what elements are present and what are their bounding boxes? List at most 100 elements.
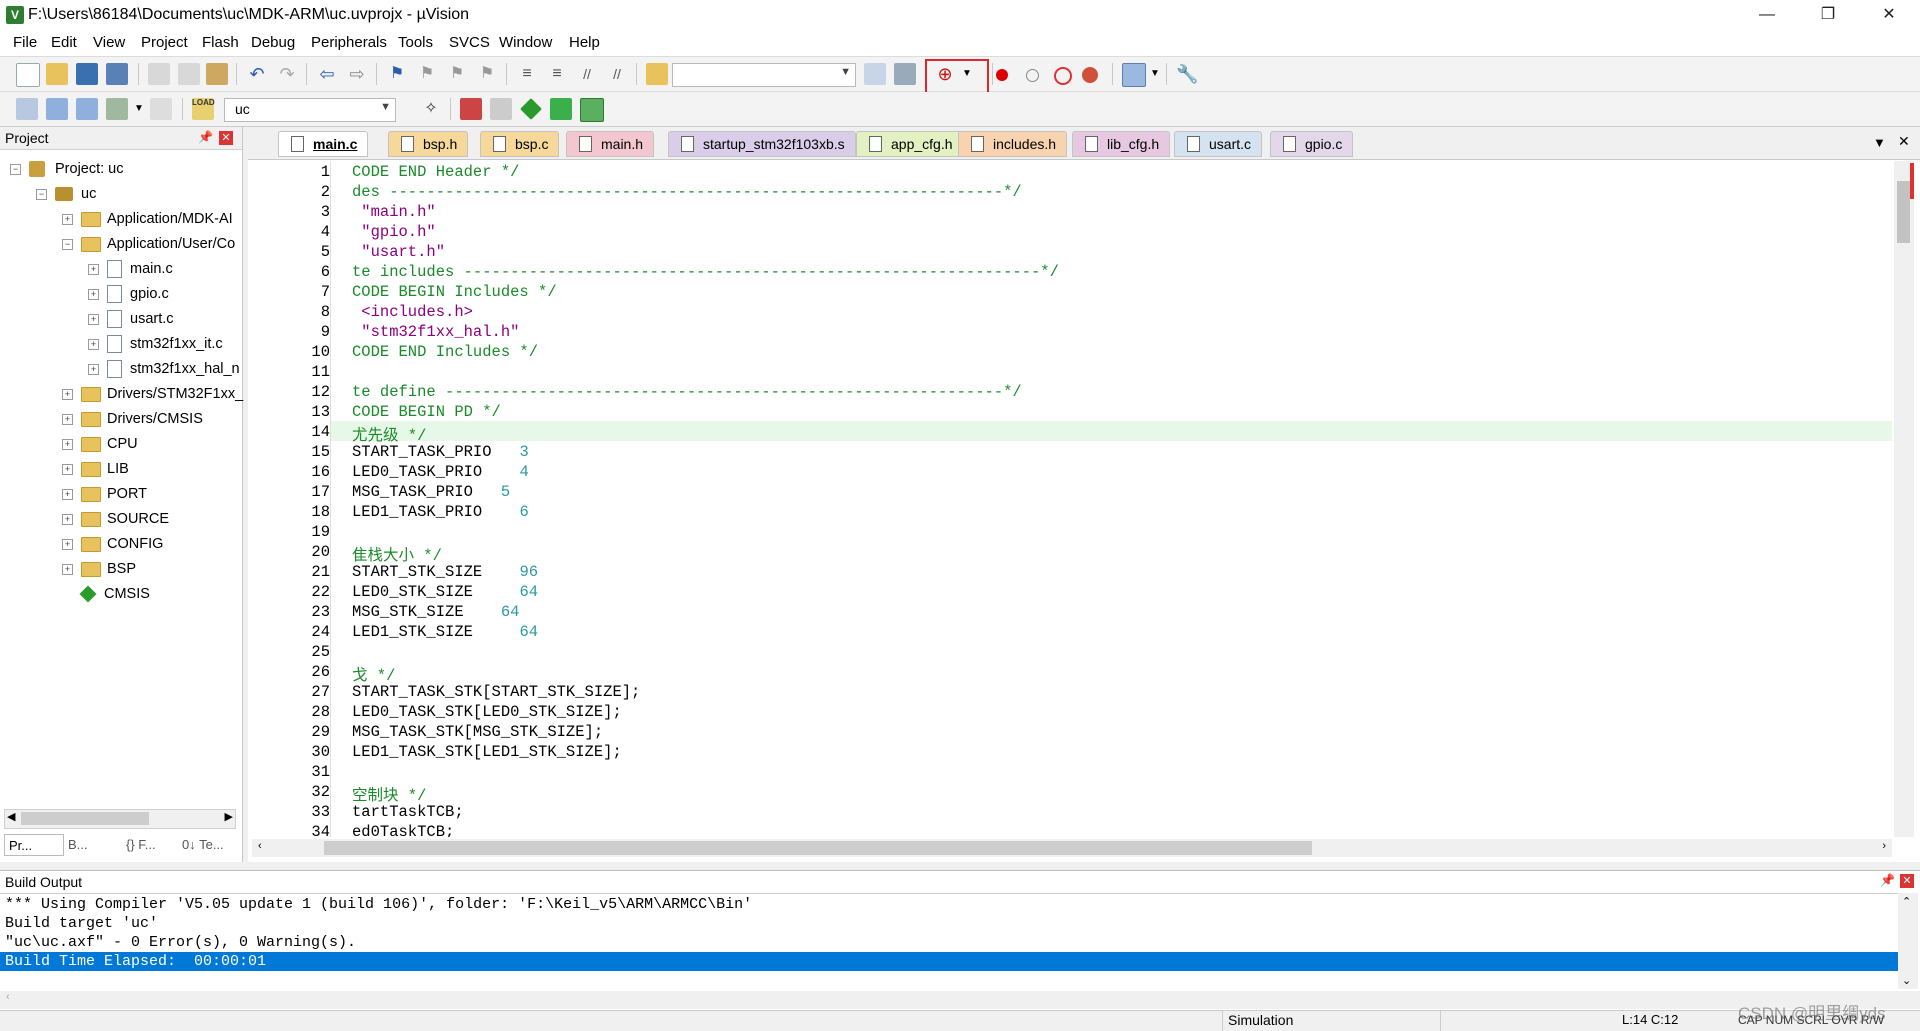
manage-project-items-icon[interactable] <box>460 98 482 120</box>
tree-item-file[interactable]: + stm32f1xx_it.c <box>88 332 223 356</box>
tree-item-project-root[interactable]: − Project: uc <box>10 157 124 181</box>
editor-tab-main-c[interactable]: main.c <box>278 131 369 157</box>
editor-tab-gpio-c[interactable]: gpio.c <box>1270 131 1354 157</box>
tree-item-group[interactable]: + CPU <box>62 432 138 456</box>
menu-view[interactable]: View <box>90 34 128 51</box>
expand-icon[interactable]: + <box>88 363 99 375</box>
expand-icon[interactable]: + <box>88 263 99 275</box>
tab-project[interactable]: Pr... <box>4 834 64 856</box>
open-file-icon[interactable] <box>46 63 68 85</box>
kill-all-breakpoints-icon[interactable] <box>1082 67 1098 83</box>
build-icon[interactable] <box>46 98 68 120</box>
unindent-icon[interactable]: ≡ <box>546 63 568 85</box>
download-load-icon[interactable]: LOAD <box>192 98 215 120</box>
collapse-icon[interactable]: − <box>36 188 47 200</box>
uncomment-icon[interactable]: // <box>606 63 628 85</box>
batch-dropdown-arrow-icon[interactable]: ▼ <box>134 103 144 114</box>
menu-peripherals[interactable]: Peripherals <box>308 34 390 51</box>
editor-tab-usart-c[interactable]: usart.c <box>1174 131 1263 157</box>
close-panel-icon[interactable]: ✕ <box>1900 874 1914 888</box>
scrollbar-thumb[interactable] <box>324 841 1312 855</box>
scroll-up-icon[interactable]: ⌃ <box>1902 895 1911 908</box>
editor-tab-bsp-c[interactable]: bsp.c <box>480 131 560 157</box>
scroll-left-icon[interactable]: ◀ <box>7 810 15 823</box>
bookmark-icon[interactable]: ⚑ <box>386 63 408 85</box>
redo-icon[interactable]: ↷ <box>276 63 298 85</box>
start-debug-session-icon[interactable]: ⊕ <box>934 63 956 85</box>
scroll-left-icon[interactable]: ‹ <box>6 991 10 1003</box>
code-view[interactable]: 1 CODE END Header */ 2 des ----------------… <box>252 161 1892 837</box>
close-window-button[interactable]: ✕ <box>1866 0 1912 30</box>
tree-item-group[interactable]: + SOURCE <box>62 507 169 531</box>
breakpoint-icon[interactable] <box>996 69 1008 81</box>
new-file-icon[interactable] <box>16 63 40 87</box>
expand-icon[interactable]: + <box>62 463 73 475</box>
pack-installer-icon[interactable] <box>550 98 572 120</box>
disable-all-breakpoints-icon[interactable] <box>1054 67 1072 85</box>
tree-item-component[interactable]: CMSIS <box>79 582 150 606</box>
tab-functions[interactable]: {} F... <box>122 834 176 856</box>
tree-item-group[interactable]: + Drivers/STM32F1xx_ <box>62 382 243 406</box>
tree-item-target-uc[interactable]: − uc <box>36 182 96 206</box>
editor-tab-lib-cfg-h[interactable]: lib_cfg.h <box>1072 131 1171 157</box>
disable-breakpoint-icon[interactable] <box>1026 69 1039 82</box>
editor-tab-bsp-h[interactable]: bsp.h <box>388 131 469 157</box>
menu-window[interactable]: Window <box>496 34 555 51</box>
menu-edit[interactable]: Edit <box>48 34 80 51</box>
clear-bookmarks-icon[interactable]: ⚑ <box>476 63 498 85</box>
pin-icon[interactable]: 📌 <box>1880 873 1895 887</box>
tree-item-file[interactable]: + gpio.c <box>88 282 169 306</box>
expand-icon[interactable]: + <box>88 338 99 350</box>
expand-icon[interactable]: + <box>62 388 73 400</box>
build-output-scrollbar[interactable]: ⌃ ⌄ <box>1898 893 1918 989</box>
target-select[interactable]: uc ▼ <box>224 98 396 122</box>
expand-icon[interactable]: + <box>88 313 99 325</box>
tree-item-group[interactable]: + CONFIG <box>62 532 163 556</box>
paste-icon[interactable] <box>206 63 228 85</box>
translate-icon[interactable] <box>16 98 38 120</box>
scroll-right-icon[interactable]: › <box>1882 840 1886 852</box>
save-all-icon[interactable] <box>106 63 128 85</box>
close-tab-icon[interactable]: ✕ <box>1898 133 1910 150</box>
stop-build-icon[interactable] <box>150 98 172 120</box>
next-bookmark-icon[interactable]: ⚑ <box>446 63 468 85</box>
expand-icon[interactable]: + <box>62 213 73 225</box>
horizontal-scrollbar[interactable]: ◀ ▶ <box>4 809 236 829</box>
scroll-right-icon[interactable]: ▶ <box>225 810 233 823</box>
pin-icon[interactable]: 📌 <box>198 130 213 144</box>
cut-icon[interactable] <box>148 63 170 85</box>
scroll-down-icon[interactable]: ⌄ <box>1902 974 1911 987</box>
tree-item-group[interactable]: + BSP <box>62 557 136 581</box>
tree-item-file[interactable]: + usart.c <box>88 307 174 331</box>
build-output-hscroll[interactable]: ‹ <box>0 991 1920 1009</box>
scrollbar-thumb[interactable] <box>21 812 149 825</box>
tree-item-group[interactable]: + Application/MDK-AI <box>62 207 233 231</box>
copy-icon[interactable] <box>178 63 200 85</box>
tab-books[interactable]: B... <box>64 834 120 856</box>
rebuild-icon[interactable] <box>76 98 98 120</box>
navigate-back-icon[interactable]: ⇦ <box>316 63 338 85</box>
expand-icon[interactable]: + <box>62 513 73 525</box>
find-in-files-icon[interactable] <box>646 63 668 85</box>
editor-horizontal-scrollbar[interactable]: ‹ › <box>252 839 1892 857</box>
software-packs-icon[interactable] <box>580 98 604 122</box>
navigate-forward-icon[interactable]: ⇨ <box>346 63 368 85</box>
scroll-left-icon[interactable]: ‹ <box>258 840 262 852</box>
vertical-scrollbar[interactable] <box>1894 161 1914 837</box>
build-output-text[interactable]: *** Using Compiler 'V5.05 update 1 (buil… <box>0 893 1898 990</box>
configure-icon[interactable] <box>894 63 916 85</box>
expand-icon[interactable]: + <box>88 288 99 300</box>
close-panel-icon[interactable]: ✕ <box>219 131 233 145</box>
editor-tab-app-cfg-h[interactable]: app_cfg.h <box>856 131 964 157</box>
incremental-find-icon[interactable] <box>864 63 886 85</box>
tree-item-group[interactable]: + LIB <box>62 457 129 481</box>
menu-debug[interactable]: Debug <box>248 34 298 51</box>
save-icon[interactable] <box>76 63 98 85</box>
collapse-icon[interactable]: − <box>10 163 21 175</box>
comment-icon[interactable]: // <box>576 63 598 85</box>
menu-file[interactable]: File <box>10 34 40 51</box>
target-options-icon[interactable]: ✧ <box>420 98 442 120</box>
expand-icon[interactable]: + <box>62 438 73 450</box>
tree-item-group[interactable]: − Application/User/Co <box>62 232 235 256</box>
tree-item-group[interactable]: + Drivers/CMSIS <box>62 407 203 431</box>
